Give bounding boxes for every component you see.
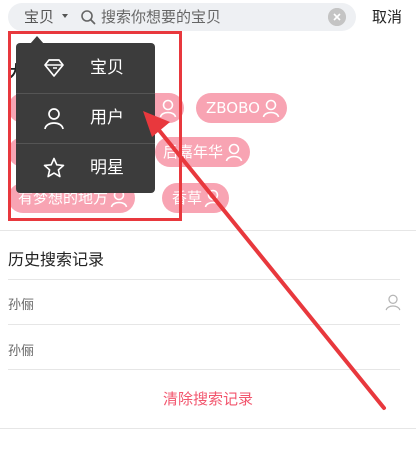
user-icon (385, 294, 401, 311)
user-icon (262, 99, 280, 118)
section-divider (0, 428, 416, 429)
clear-history-button[interactable]: 清除搜索记录 (0, 388, 416, 409)
search-icon (81, 10, 96, 25)
clear-input-icon[interactable] (328, 8, 346, 26)
user-icon (204, 189, 222, 208)
history-title: 历史搜索记录 (8, 250, 105, 269)
search-box[interactable]: 宝贝 搜索你想要的宝贝 (8, 3, 356, 31)
history-item[interactable]: 孙俪 (8, 294, 34, 313)
row-divider (8, 279, 400, 280)
search-scope-selector[interactable]: 宝贝 (24, 3, 54, 31)
annotation-highlight-box (8, 31, 182, 221)
row-divider (8, 324, 400, 325)
search-input[interactable]: 搜索你想要的宝贝 (101, 3, 221, 31)
history-item[interactable]: 孙俪 (8, 340, 34, 359)
hot-tag[interactable]: ZBOBO (196, 93, 287, 123)
section-divider (0, 230, 416, 231)
cancel-button[interactable]: 取消 (372, 3, 402, 31)
caret-down-icon[interactable] (62, 14, 68, 18)
user-icon (225, 143, 243, 162)
row-divider (8, 369, 400, 370)
